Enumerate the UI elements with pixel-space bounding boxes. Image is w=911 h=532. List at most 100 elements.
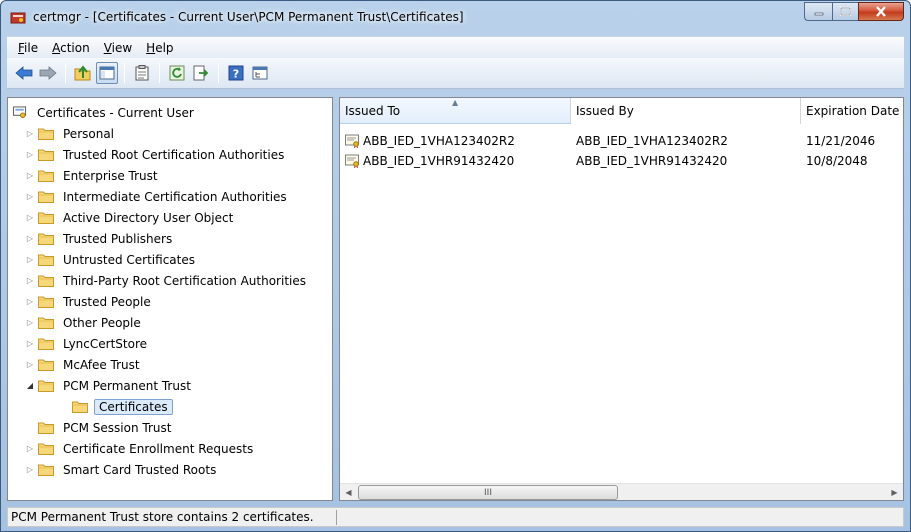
column-expiration-date[interactable]: Expiration Date: [801, 98, 903, 124]
minimize-button[interactable]: [804, 2, 832, 21]
certificate-list[interactable]: ▲ Issued To Issued By Expiration Date AB…: [339, 97, 904, 501]
status-bar: PCM Permanent Trust store contains 2 cer…: [7, 507, 904, 527]
horizontal-scrollbar[interactable]: ◀ III ▶: [340, 483, 903, 500]
up-one-level-button[interactable]: [72, 62, 94, 84]
folder-icon: [38, 338, 54, 350]
console-tree[interactable]: Certificates - Current User ▷ Personal ▷ Tr…: [7, 97, 333, 501]
expand-icon[interactable]: ▷: [24, 464, 36, 476]
column-expiration-date-label: Expiration Date: [806, 104, 900, 118]
properties-button[interactable]: [131, 62, 153, 84]
toolbar: ?: [7, 58, 904, 89]
toolbar-separator: [124, 63, 125, 83]
column-issued-to[interactable]: ▲ Issued To: [340, 98, 571, 124]
menu-action[interactable]: Action: [45, 41, 97, 55]
properties-icon: [135, 65, 149, 81]
folder-icon: [38, 422, 54, 434]
tree-item[interactable]: ▷ Certificate Enrollment Requests: [24, 438, 256, 459]
forward-button[interactable]: [37, 62, 59, 84]
expand-icon[interactable]: ▷: [24, 359, 36, 371]
tree-item[interactable]: ▷ Personal: [24, 123, 117, 144]
issued-to-text: ABB_IED_1VHR91432420: [363, 153, 515, 168]
expand-icon[interactable]: ▷: [24, 212, 36, 224]
expand-icon[interactable]: ▷: [24, 170, 36, 182]
column-issued-by[interactable]: Issued By: [571, 98, 801, 124]
tree-item-label: PCM Session Trust: [63, 420, 172, 435]
close-button[interactable]: [858, 2, 904, 21]
tree-item[interactable]: ▷ Trusted Publishers: [24, 228, 175, 249]
expand-icon[interactable]: ▷: [24, 254, 36, 266]
certificate-icon: [345, 134, 359, 149]
expand-icon[interactable]: ▷: [24, 317, 36, 329]
expand-icon[interactable]: ▷: [24, 443, 36, 455]
tree-item-label: Personal: [63, 126, 115, 141]
scroll-thumb[interactable]: III: [358, 485, 618, 500]
tree-item[interactable]: ▷ Other People: [24, 312, 144, 333]
expand-icon[interactable]: ▷: [24, 128, 36, 140]
menu-view[interactable]: View: [97, 41, 139, 55]
tree-item[interactable]: PCM Session Trust: [24, 417, 174, 438]
tree-root[interactable]: Certificates - Current User: [12, 102, 197, 123]
collapse-icon[interactable]: ◢: [24, 380, 36, 392]
expand-icon[interactable]: ▷: [24, 191, 36, 203]
tree-item[interactable]: ▷ Enterprise Trust: [24, 165, 161, 186]
title-bar[interactable]: certmgr - [Certificates - Current User\P…: [1, 1, 910, 35]
expander-placeholder: [58, 401, 70, 413]
list-header: ▲ Issued To Issued By Expiration Date: [340, 98, 903, 124]
show-hide-tree-button[interactable]: [96, 62, 118, 84]
folder-icon: [38, 317, 54, 329]
expand-icon[interactable]: ▷: [24, 338, 36, 350]
console-tree-button[interactable]: [249, 62, 271, 84]
certmgr-app-icon: [10, 12, 26, 24]
folder-icon: [38, 296, 54, 308]
help-button[interactable]: ?: [225, 62, 247, 84]
tree-item[interactable]: ▷ Smart Card Trusted Roots: [24, 459, 219, 480]
column-issued-to-label: Issued To: [345, 103, 401, 118]
tree-item[interactable]: ▷ Active Directory User Object: [24, 207, 236, 228]
column-issued-by-label: Issued By: [576, 104, 634, 118]
expiration-date-text: 11/21/2046: [806, 134, 876, 148]
tree-item-label: McAfee Trust: [63, 357, 140, 372]
expand-icon[interactable]: ▷: [24, 149, 36, 161]
tree-item[interactable]: ▷ Third-Party Root Certification Authorit…: [24, 270, 309, 291]
folder-icon: [38, 233, 54, 245]
scroll-right-button[interactable]: ▶: [886, 484, 903, 500]
tree-item-label: LyncCertStore: [63, 336, 148, 351]
svg-text:?: ?: [233, 68, 239, 81]
export-list-button[interactable]: [190, 62, 212, 84]
tree-item-label: Trusted People: [63, 294, 151, 309]
cell-issued-to: ABB_IED_1VHR91432420: [340, 154, 571, 169]
folder-icon: [38, 254, 54, 266]
tree-item[interactable]: ▷ LyncCertStore: [24, 333, 150, 354]
table-row[interactable]: ABB_IED_1VHR91432420 ABB_IED_1VHR9143242…: [340, 151, 903, 171]
tree-item[interactable]: ◢ PCM Permanent Trust: [24, 375, 194, 396]
tree-item[interactable]: ▷ Trusted People: [24, 291, 154, 312]
tree-child-item[interactable]: Certificates: [58, 396, 173, 417]
menu-bar: File Action View Help: [7, 36, 904, 58]
tree-item[interactable]: ▷ McAfee Trust: [24, 354, 143, 375]
scroll-thumb-grip: III: [484, 487, 492, 498]
expand-icon[interactable]: ▷: [24, 233, 36, 245]
show-hide-tree-icon: [99, 66, 115, 80]
window-title: certmgr - [Certificates - Current User\P…: [33, 10, 464, 24]
window-controls: [804, 2, 904, 22]
maximize-button[interactable]: [832, 2, 858, 21]
table-row[interactable]: ABB_IED_1VHA123402R2 ABB_IED_1VHA123402R…: [340, 131, 903, 151]
tree-item-label: Third-Party Root Certification Authoriti…: [63, 273, 306, 288]
tree-item-label: Active Directory User Object: [63, 210, 234, 225]
expand-icon[interactable]: ▷: [24, 296, 36, 308]
tree-item[interactable]: ▷ Trusted Root Certification Authorities: [24, 144, 287, 165]
tree-item[interactable]: ▷ Intermediate Certification Authorities: [24, 186, 290, 207]
certificate-icon: [345, 154, 359, 169]
refresh-button[interactable]: [166, 62, 188, 84]
up-folder-icon: [74, 65, 91, 81]
menu-file[interactable]: File: [11, 41, 45, 55]
tree-item-label: Untrusted Certificates: [63, 252, 195, 267]
back-button[interactable]: [13, 62, 35, 84]
back-icon: [15, 66, 33, 80]
toolbar-separator: [218, 63, 219, 83]
menu-help[interactable]: Help: [139, 41, 180, 55]
scroll-left-button[interactable]: ◀: [340, 484, 357, 500]
expand-icon[interactable]: ▷: [24, 275, 36, 287]
tree-item-label: Other People: [63, 315, 141, 330]
tree-item[interactable]: ▷ Untrusted Certificates: [24, 249, 198, 270]
